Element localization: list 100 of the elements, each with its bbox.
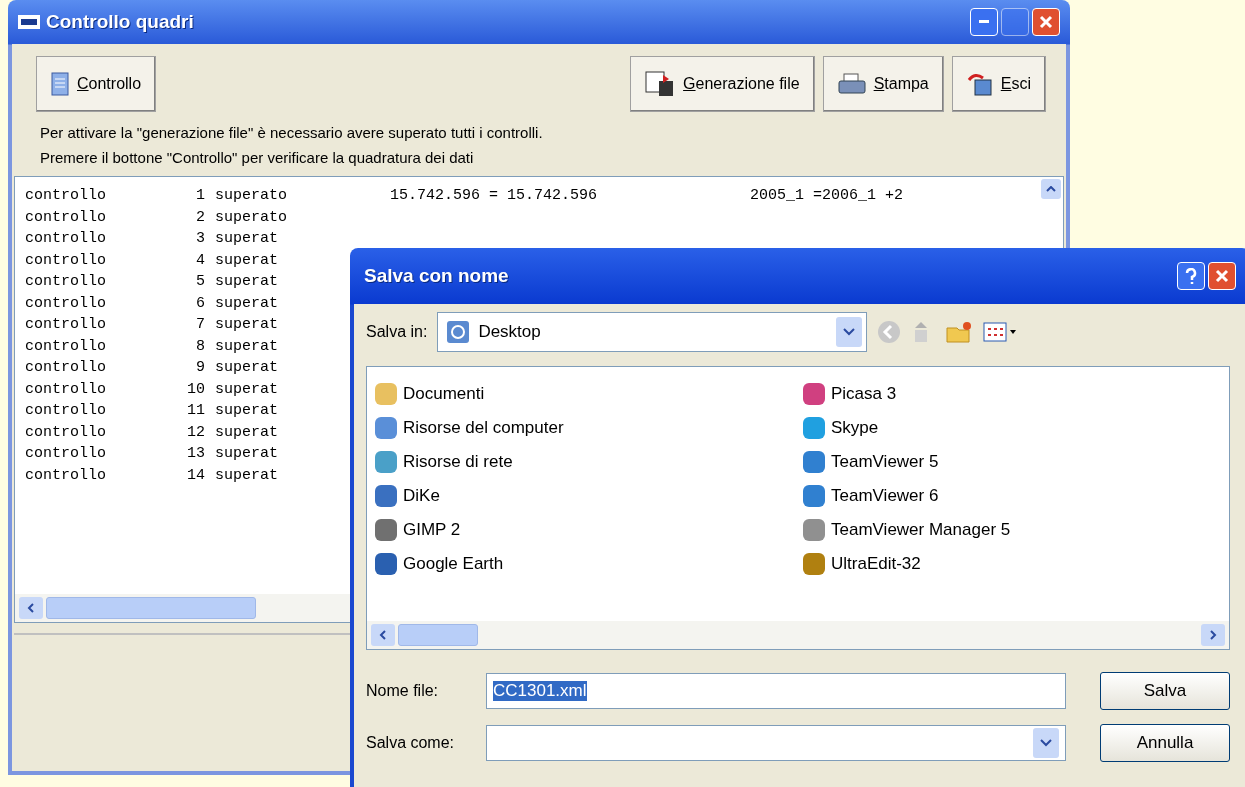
- info-text: Premere il bottone "Controllo" per verificare la quadratura dei dati: [39, 148, 475, 168]
- table-cell: 9: [196, 359, 205, 377]
- table-cell: 15.742.596 = 15.742.596: [390, 187, 598, 205]
- chevron-down-icon: [843, 328, 856, 336]
- close-button[interactable]: [1032, 8, 1060, 36]
- toolbar-button[interactable]: Esci: [951, 56, 1046, 112]
- table-cell: 10: [187, 380, 205, 398]
- toolbar-button[interactable]: Generazione file: [630, 56, 815, 112]
- file-item[interactable]: TeamViewer 6: [801, 479, 939, 513]
- help-button[interactable]: [1177, 262, 1205, 290]
- table-cell: superato: [215, 187, 287, 205]
- table-cell: superat: [215, 337, 278, 355]
- scroll-left-button[interactable]: [371, 624, 395, 646]
- table-cell: superat: [215, 402, 278, 420]
- file-item[interactable]: TeamViewer Manager 5: [801, 513, 1011, 547]
- location-dropdown[interactable]: Desktop: [437, 312, 868, 352]
- scroll-thumb[interactable]: [398, 624, 478, 646]
- table-cell: controllo: [25, 230, 106, 248]
- table-cell: controllo: [25, 294, 106, 312]
- view-menu-icon[interactable]: [983, 321, 1018, 343]
- window-title: Controllo quadri: [46, 11, 194, 33]
- table-cell: controllo: [25, 445, 106, 463]
- close-button[interactable]: [1208, 262, 1236, 290]
- table-cell: superato: [215, 208, 287, 226]
- table-cell: 4: [196, 251, 205, 269]
- file-item[interactable]: Picasa 3: [801, 377, 897, 411]
- chevron-left-icon: [379, 630, 387, 640]
- file-item[interactable]: TeamViewer 5: [801, 445, 939, 479]
- table-cell: superat: [215, 466, 278, 484]
- table-cell: controllo: [25, 423, 106, 441]
- field-label: Nome file:: [366, 682, 440, 700]
- table-cell: 11: [187, 402, 205, 420]
- scroll-up-button[interactable]: [1041, 179, 1061, 199]
- scroll-left-button[interactable]: [19, 597, 43, 619]
- table-cell: controllo: [25, 273, 106, 291]
- table-cell: 3: [196, 230, 205, 248]
- file-item[interactable]: Risorse del computer: [373, 411, 564, 445]
- table-cell: superat: [215, 359, 278, 377]
- close-icon: [1215, 269, 1229, 283]
- chevron-down-icon: [1040, 739, 1052, 747]
- close-icon: [1039, 15, 1053, 29]
- table-cell: superat: [215, 294, 278, 312]
- printer-icon: [837, 73, 866, 95]
- table-cell: 2: [196, 208, 205, 226]
- file-type-dropdown[interactable]: [486, 725, 1066, 761]
- file-item[interactable]: Documenti: [373, 377, 485, 411]
- table-cell: superat: [215, 423, 278, 441]
- table-cell: superat: [215, 230, 278, 248]
- table-cell: controllo: [25, 251, 106, 269]
- table-cell: 6: [196, 294, 205, 312]
- scroll-thumb[interactable]: [46, 597, 256, 619]
- help-icon: [1185, 268, 1197, 284]
- table-cell: 1: [196, 187, 205, 205]
- table-cell: 13: [187, 445, 205, 463]
- chevron-up-icon: [1046, 186, 1056, 192]
- toolbar-button[interactable]: Controllo: [36, 56, 157, 112]
- dialog-title: Salva con nome: [364, 265, 509, 287]
- chevron-left-icon: [27, 603, 35, 613]
- maximize-button[interactable]: [1001, 8, 1029, 36]
- table-cell: 8: [196, 337, 205, 355]
- table-cell: 2005_1 =2006_1 +2: [750, 187, 904, 205]
- file-item[interactable]: UltraEdit-32: [801, 547, 921, 581]
- dropdown-button[interactable]: [836, 317, 863, 347]
- field-label: Salva come:: [366, 734, 456, 752]
- file-item[interactable]: Google Earth: [373, 547, 504, 581]
- dropdown-button[interactable]: [1033, 728, 1059, 758]
- toolbar-button[interactable]: Stampa: [822, 56, 944, 112]
- table-cell: superat: [215, 251, 278, 269]
- table-cell: superat: [215, 273, 278, 291]
- table-cell: 7: [196, 316, 205, 334]
- table-cell: controllo: [25, 337, 106, 355]
- file-item[interactable]: Skype: [801, 411, 879, 445]
- table-cell: 5: [196, 273, 205, 291]
- table-cell: superat: [215, 380, 278, 398]
- app-icon: [18, 15, 40, 29]
- table-cell: controllo: [25, 208, 106, 226]
- table-cell: 14: [187, 466, 205, 484]
- cancel-button[interactable]: Annulla: [1100, 724, 1230, 762]
- document-icon: [51, 72, 69, 96]
- field-label: Salva in:: [366, 323, 428, 341]
- scroll-right-button[interactable]: [1201, 624, 1225, 646]
- table-cell: controllo: [25, 466, 106, 484]
- table-cell: controllo: [25, 402, 106, 420]
- file-name-field[interactable]: CC1301.xml: [486, 673, 1066, 709]
- table-cell: superat: [215, 445, 278, 463]
- file-item[interactable]: GIMP 2: [373, 513, 461, 547]
- file-item[interactable]: Risorse di rete: [373, 445, 513, 479]
- table-cell: controllo: [25, 380, 106, 398]
- table-cell: controllo: [25, 316, 106, 334]
- table-cell: superat: [215, 316, 278, 334]
- desktop-icon: [446, 320, 471, 344]
- minimize-button[interactable]: [970, 8, 998, 36]
- info-text: Per attivare la "generazione file" è necessario avere superato tutti i controlli.: [39, 123, 544, 143]
- exit-icon: [966, 72, 993, 96]
- save-button[interactable]: Salva: [1100, 672, 1230, 710]
- table-cell: controllo: [25, 359, 106, 377]
- new-folder-icon[interactable]: [945, 320, 974, 344]
- chevron-right-icon: [1209, 630, 1217, 640]
- file-item[interactable]: DiKe: [373, 479, 440, 513]
- table-cell: controllo: [25, 187, 106, 205]
